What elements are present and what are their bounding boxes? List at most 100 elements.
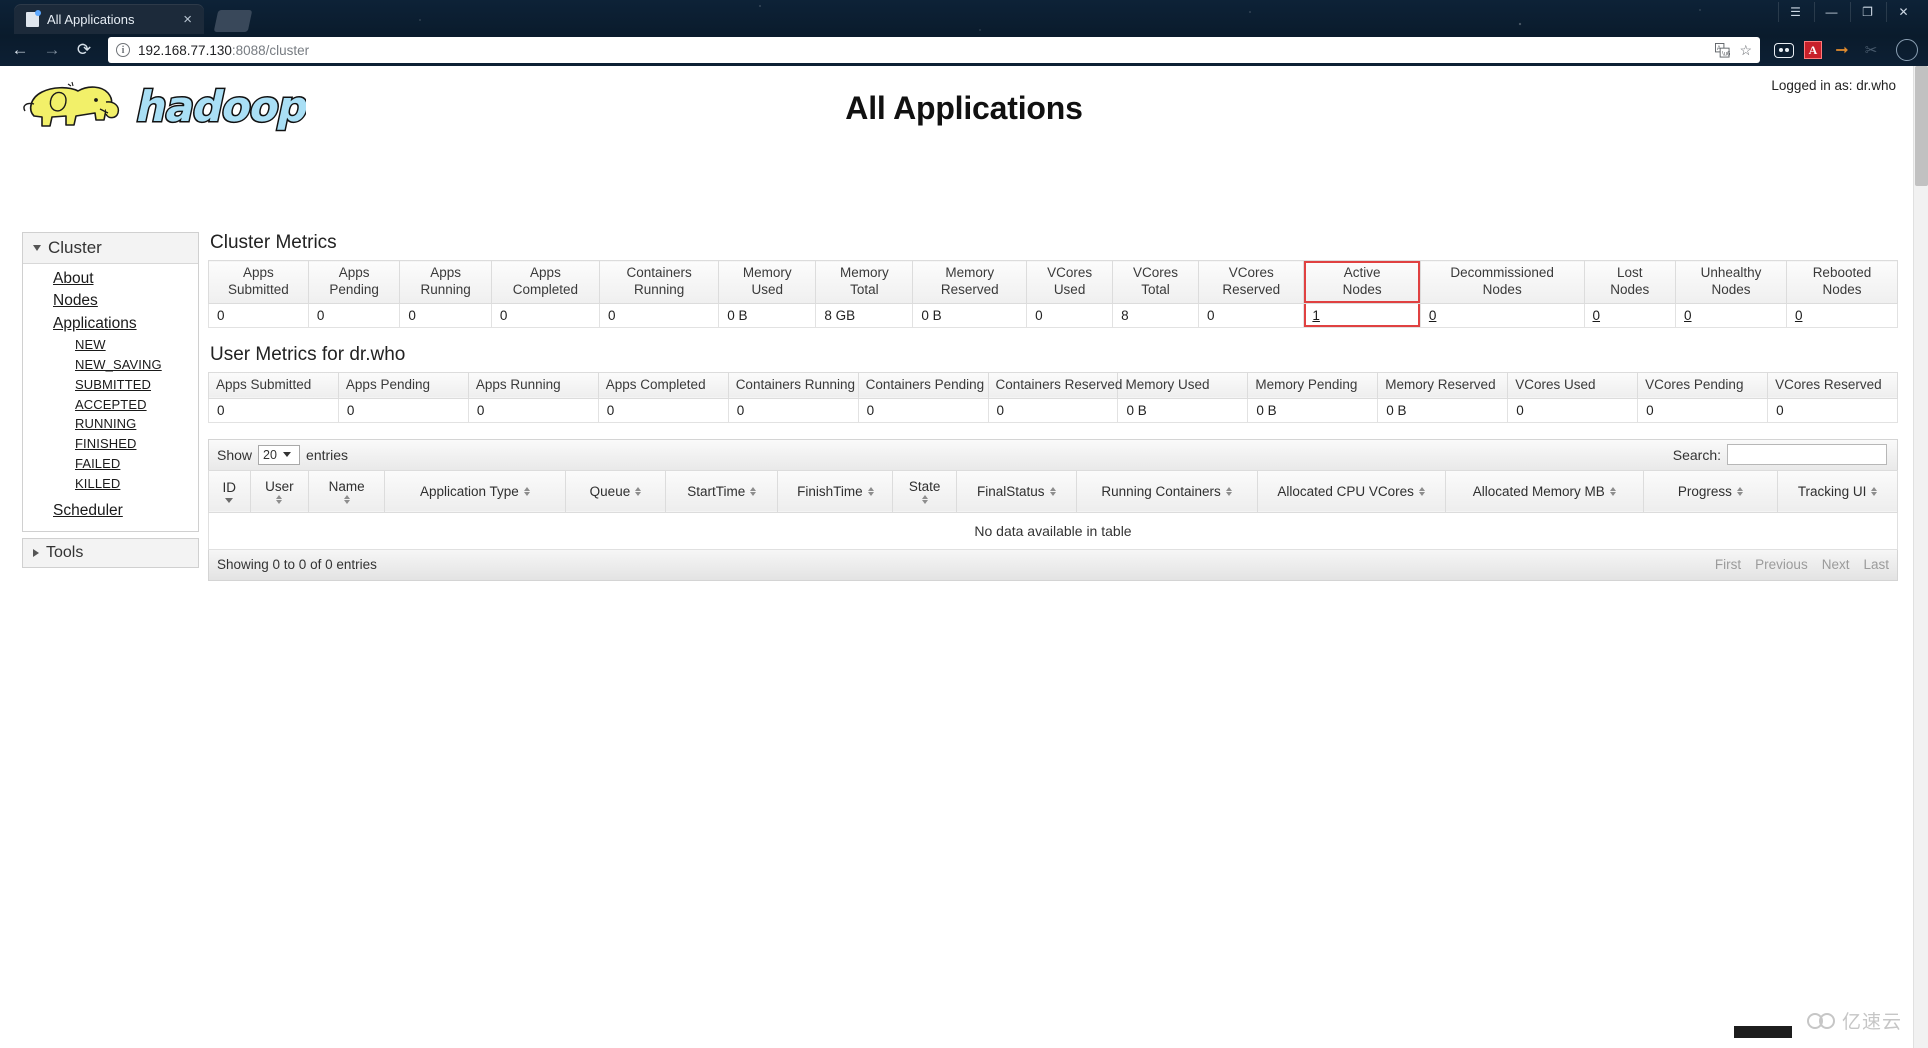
apps-column-label: User	[265, 478, 294, 494]
apps-column-id[interactable]: ID	[208, 469, 251, 513]
bookmark-star-icon[interactable]: ☆	[1739, 42, 1752, 59]
cluster-metric-header-apps-submitted: Apps Submitted	[208, 260, 309, 304]
cluster-metric-value-containers-running: 0	[599, 302, 720, 328]
node-count-link[interactable]: 0	[1429, 308, 1437, 323]
page-header: hadoop Logged in as: dr.who All Applicat…	[0, 66, 1928, 146]
apps-column-finalstatus[interactable]: FinalStatus	[955, 469, 1077, 513]
node-count-link[interactable]: 1	[1312, 308, 1320, 323]
pdf-icon[interactable]: A	[1803, 40, 1823, 60]
browser-tab[interactable]: All Applications ×	[14, 4, 204, 34]
oval-icon[interactable]	[1774, 40, 1794, 60]
sort-both-icon	[635, 486, 642, 496]
node-count-link[interactable]: 0	[1795, 308, 1803, 323]
cluster-metric-header-vcores-total: VCores Total	[1112, 260, 1200, 304]
apps-column-tracking-ui[interactable]: Tracking UI	[1777, 469, 1898, 513]
url-text: 192.168.77.130:8088/cluster	[138, 42, 310, 58]
user-metric-value-containers-pending: 0	[857, 397, 989, 423]
sidebar-item-submitted[interactable]: SUBMITTED	[23, 375, 198, 395]
sidebar-item-nodes[interactable]: Nodes	[23, 290, 198, 312]
apps-column-user[interactable]: User	[249, 469, 310, 513]
cluster-metric-value-lost-nodes[interactable]: 0	[1583, 302, 1677, 328]
sidebar-item-applications[interactable]: Applications	[23, 313, 198, 335]
user-metric-value-containers-reserved: 0	[987, 397, 1119, 423]
sidebar-item-scheduler[interactable]: Scheduler	[23, 493, 198, 522]
cluster-metric-header-apps-pending: Apps Pending	[307, 260, 401, 304]
scrollbar-thumb[interactable]	[1915, 66, 1928, 186]
node-count-link[interactable]: 0	[1593, 308, 1601, 323]
forward-icon[interactable]: →	[38, 37, 66, 63]
minimize-button[interactable]: —	[1814, 2, 1848, 22]
sidebar-item-finished[interactable]: FINISHED	[23, 434, 198, 454]
apps-column-label: Progress	[1677, 483, 1732, 499]
reload-icon[interactable]: ⟳	[70, 37, 98, 63]
sidebar-item-killed[interactable]: KILLED	[23, 474, 198, 494]
apps-column-queue[interactable]: Queue	[564, 469, 667, 513]
apps-column-label: Name	[328, 478, 365, 494]
node-count-link[interactable]: 0	[1684, 308, 1692, 323]
apps-column-allocated-memory-mb[interactable]: Allocated Memory MB	[1444, 469, 1644, 513]
page-length-select[interactable]: 20	[258, 444, 301, 465]
browser-toolbar: ← → ⟳ i 192.168.77.130:8088/cluster A \u…	[0, 34, 1928, 66]
sort-both-icon	[1418, 486, 1425, 496]
site-info-icon[interactable]: i	[116, 43, 130, 57]
apps-column-finishtime[interactable]: FinishTime	[777, 469, 894, 513]
cluster-metric-value-rebooted-nodes[interactable]: 0	[1785, 302, 1899, 328]
apps-column-allocated-cpu-vcores[interactable]: Allocated CPU VCores	[1256, 469, 1446, 513]
back-icon[interactable]: ←	[6, 37, 34, 63]
apps-column-running-containers[interactable]: Running Containers	[1075, 469, 1258, 513]
sidebar-item-new[interactable]: NEW	[23, 335, 198, 355]
watermark-text: 亿速云	[1841, 1011, 1902, 1033]
sidebar-section-tools[interactable]: Tools	[23, 538, 198, 567]
sidebar-item-running[interactable]: RUNNING	[23, 414, 198, 434]
sort-both-icon	[276, 494, 283, 504]
cluster-metric-value-decommissioned-nodes[interactable]: 0	[1419, 302, 1585, 328]
profile-button[interactable]: ☰	[1778, 2, 1812, 22]
cluster-metric-header-memory-total: Memory Total	[815, 260, 914, 304]
sidebar-item-failed[interactable]: FAILED	[23, 454, 198, 474]
apps-column-progress[interactable]: Progress	[1642, 469, 1779, 513]
cluster-metric-header-rebooted-nodes: Rebooted Nodes	[1785, 260, 1899, 304]
cluster-metric-header-vcores-reserved: VCores Reserved	[1198, 260, 1305, 304]
cluster-metric-value-unhealthy-nodes[interactable]: 0	[1675, 302, 1787, 328]
cluster-metric-value-apps-pending: 0	[307, 302, 401, 328]
page-scrollbar[interactable]	[1913, 66, 1928, 1048]
chevron-down-icon	[33, 245, 41, 251]
tab-favicon-icon	[26, 9, 41, 27]
page-next-button[interactable]: Next	[1822, 557, 1850, 572]
apps-column-label: FinalStatus	[977, 483, 1045, 499]
tab-close-icon[interactable]: ×	[179, 10, 196, 29]
new-tab-button[interactable]	[213, 10, 253, 32]
apps-column-label: StartTime	[687, 483, 746, 499]
cluster-metric-value-active-nodes[interactable]: 1	[1303, 302, 1421, 328]
download-arrow-icon[interactable]: ➞	[1832, 40, 1852, 60]
apps-column-label: Application Type	[419, 483, 519, 499]
scissors-icon[interactable]: ✂	[1861, 40, 1881, 60]
sidebar-section-cluster[interactable]: Cluster	[23, 233, 198, 264]
apps-column-label: Allocated CPU VCores	[1277, 483, 1414, 499]
tab-strip: All Applications × ☰ — ❐ ✕	[0, 0, 1928, 34]
apps-column-application-type[interactable]: Application Type	[383, 469, 566, 513]
address-bar[interactable]: i 192.168.77.130:8088/cluster A \u6587 ☆	[108, 37, 1760, 63]
user-metric-value-apps-submitted: 0	[208, 397, 339, 423]
avatar[interactable]	[1896, 39, 1918, 61]
sidebar: Cluster About Nodes Applications NEW NEW…	[22, 232, 199, 574]
sort-both-icon	[1225, 486, 1232, 496]
apps-column-state[interactable]: State	[892, 469, 957, 513]
sidebar-item-new-saving[interactable]: NEW_SAVING	[23, 355, 198, 375]
search-input[interactable]	[1727, 444, 1887, 466]
maximize-button[interactable]: ❐	[1850, 2, 1884, 22]
page-previous-button[interactable]: Previous	[1755, 557, 1808, 572]
user-metric-header-vcores-used: VCores Used	[1507, 371, 1639, 399]
applications-empty-row: No data available in table	[208, 511, 1898, 550]
apps-column-name[interactable]: Name	[308, 469, 385, 513]
page-last-button[interactable]: Last	[1863, 557, 1889, 572]
user-metric-header-apps-running: Apps Running	[467, 371, 599, 399]
page-first-button[interactable]: First	[1715, 557, 1741, 572]
sidebar-item-accepted[interactable]: ACCEPTED	[23, 395, 198, 415]
close-window-button[interactable]: ✕	[1886, 2, 1920, 22]
apps-column-starttime[interactable]: StartTime	[665, 469, 779, 513]
apps-column-label: FinishTime	[797, 483, 863, 499]
translate-icon[interactable]: A \u6587	[1715, 42, 1730, 58]
user-metric-value-apps-running: 0	[467, 397, 599, 423]
sidebar-item-about[interactable]: About	[23, 268, 198, 290]
